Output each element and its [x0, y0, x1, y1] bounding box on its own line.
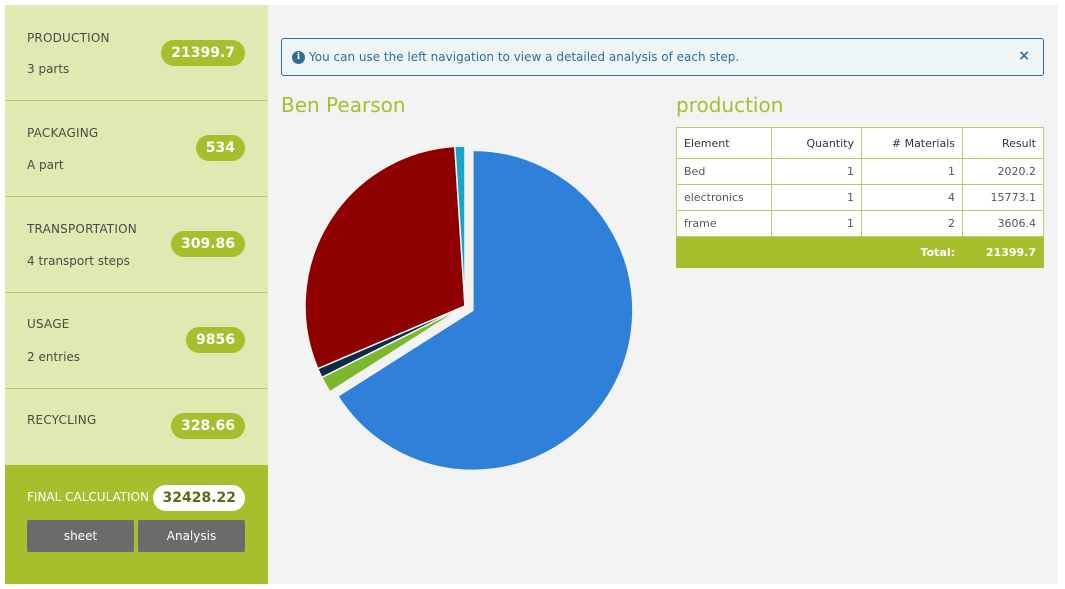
final-calculation: FINAL CALCULATION 32428.22 sheet Analysi… — [5, 465, 268, 584]
step-value-badge: 534 — [195, 135, 245, 161]
table-total-row: Total: 21399.7 — [676, 236, 1044, 268]
step-value-badge: 309.86 — [170, 231, 245, 257]
total-spacer — [771, 236, 862, 268]
step-usage[interactable]: USAGE 2 entries 9856 — [5, 293, 268, 389]
col-materials: # Materials — [861, 127, 963, 159]
col-quantity: Quantity — [771, 127, 862, 159]
step-subtitle: 4 transport steps — [27, 254, 130, 268]
cell-quantity: 1 — [771, 210, 862, 237]
step-title: PRODUCTION — [27, 31, 110, 45]
step-title: USAGE — [27, 317, 70, 331]
analysis-button[interactable]: Analysis — [138, 520, 245, 552]
chart-title: Ben Pearson — [281, 93, 406, 117]
table-row: electronics 1 4 15773.1 — [676, 184, 1044, 211]
table-row: Bed 1 1 2020.2 — [676, 158, 1044, 185]
final-title: FINAL CALCULATION — [27, 490, 150, 504]
table-title: production — [676, 93, 784, 117]
info-alert: i You can use the left navigation to vie… — [281, 38, 1044, 76]
step-subtitle: A part — [27, 158, 64, 172]
table-row: frame 1 2 3606.4 — [676, 210, 1044, 237]
step-value-badge: 21399.7 — [161, 40, 245, 66]
cell-result: 2020.2 — [962, 158, 1044, 185]
table-header-row: Element Quantity # Materials Result — [676, 127, 1044, 159]
cell-quantity: 1 — [771, 184, 862, 211]
step-packaging[interactable]: PACKAGING A part 534 — [5, 101, 268, 197]
production-table: Element Quantity # Materials Result Bed … — [676, 127, 1044, 268]
col-result: Result — [962, 127, 1044, 159]
cell-element: Bed — [676, 158, 772, 185]
total-spacer — [676, 236, 772, 268]
pie-chart — [304, 145, 634, 472]
cell-element: frame — [676, 210, 772, 237]
final-value-badge: 32428.22 — [153, 485, 245, 511]
main-panel: i You can use the left navigation to vie… — [268, 5, 1058, 584]
step-value-badge: 9856 — [186, 327, 245, 353]
cell-quantity: 1 — [771, 158, 862, 185]
step-title: PACKAGING — [27, 126, 99, 140]
sheet-button[interactable]: sheet — [27, 520, 134, 552]
step-value-badge: 328.66 — [170, 413, 245, 439]
sidebar: PRODUCTION 3 parts 21399.7 PACKAGING A p… — [5, 5, 268, 584]
step-production[interactable]: PRODUCTION 3 parts 21399.7 — [5, 5, 268, 101]
total-label: Total: — [861, 236, 963, 268]
step-subtitle: 2 entries — [27, 350, 81, 364]
cell-materials: 4 — [861, 184, 963, 211]
info-icon: i — [292, 51, 305, 64]
total-value: 21399.7 — [962, 236, 1044, 268]
step-title: TRANSPORTATION — [27, 222, 137, 236]
col-element: Element — [676, 127, 772, 159]
alert-text: You can use the left navigation to view … — [309, 50, 740, 64]
cell-result: 15773.1 — [962, 184, 1044, 211]
cell-materials: 2 — [861, 210, 963, 237]
cell-element: electronics — [676, 184, 772, 211]
step-subtitle: 3 parts — [27, 62, 70, 76]
cell-result: 3606.4 — [962, 210, 1044, 237]
cell-materials: 1 — [861, 158, 963, 185]
step-title: RECYCLING — [27, 413, 97, 427]
step-transportation[interactable]: TRANSPORTATION 4 transport steps 309.86 — [5, 197, 268, 293]
close-icon[interactable]: × — [1018, 48, 1030, 64]
